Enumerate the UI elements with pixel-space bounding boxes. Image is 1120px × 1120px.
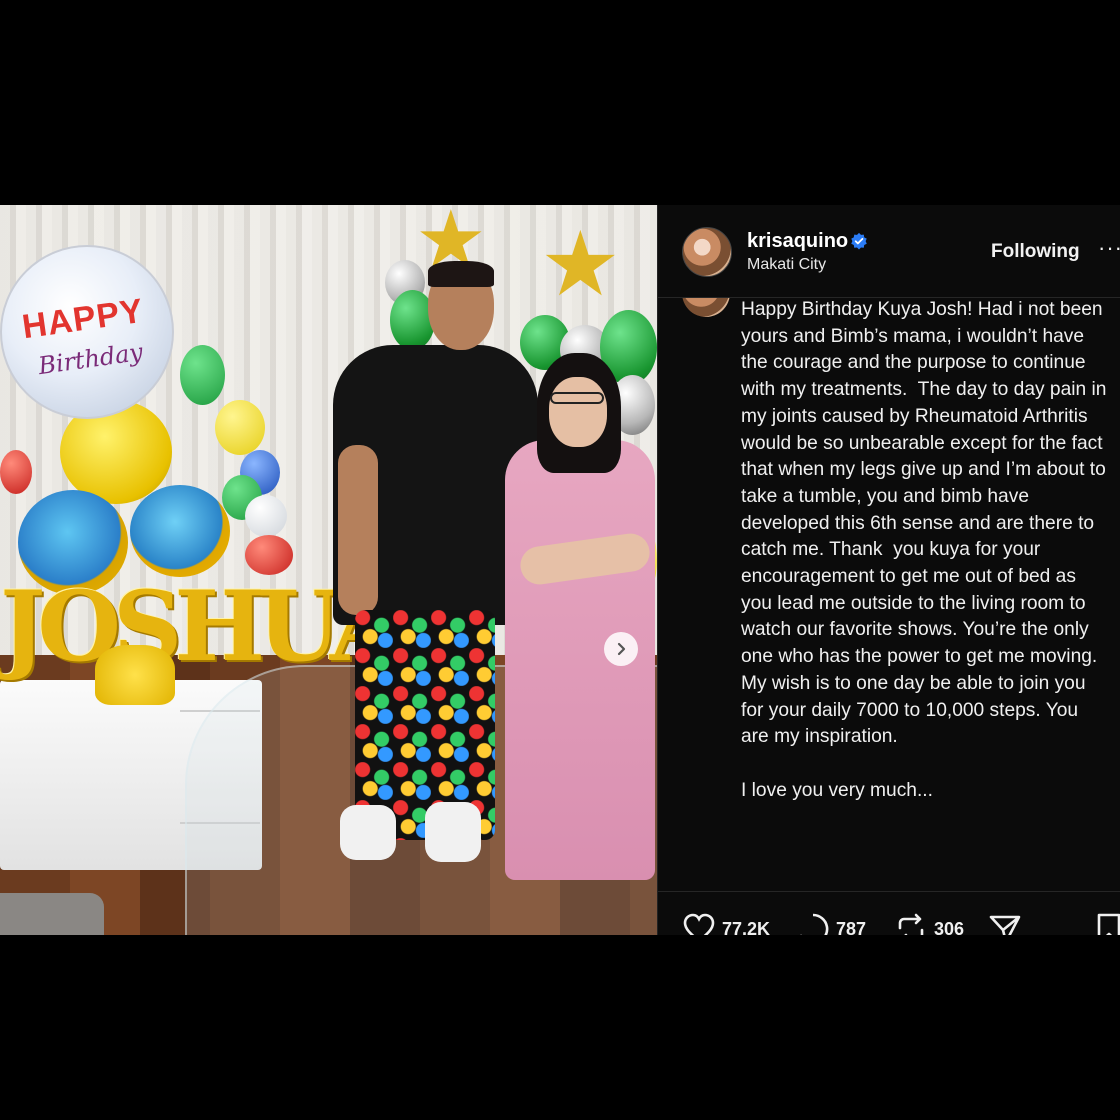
balloon [180,345,225,405]
share-button[interactable] [988,912,1022,935]
comment-bubble-icon [800,913,829,935]
man-hair [428,261,494,287]
verified-badge-icon [851,232,867,250]
sesame-street-balloon [130,485,230,577]
action-bar: 77.2K 787 306 [658,891,1120,935]
comment-button[interactable]: 787 [796,912,866,935]
avatar[interactable] [682,227,732,277]
repost-icon [898,913,924,935]
gold-bow [95,645,175,705]
following-button[interactable]: Following [991,241,1080,263]
next-photo-button[interactable] [604,632,638,666]
save-button[interactable] [1092,912,1120,935]
post-viewer: ★ ★ HAPPY Birthday JOSHUA krisaquino Mak… [0,205,1120,935]
balloon [245,495,287,537]
couch [0,893,104,935]
gold-star-balloon: ★ [540,215,621,315]
glasses [550,392,604,404]
post-sidebar: krisaquino Makati City Following ··· Hap… [657,205,1120,935]
balloon [245,535,293,575]
post-header: krisaquino Makati City Following ··· [658,205,1120,298]
caption-avatar[interactable] [682,297,730,317]
repost-button[interactable]: 306 [894,912,964,935]
repost-count: 306 [934,918,965,936]
more-options-button[interactable]: ··· [1098,235,1120,261]
post-photo: ★ ★ HAPPY Birthday JOSHUA [0,205,657,935]
balloon [215,400,265,455]
sandal [340,805,396,860]
username[interactable]: krisaquino [747,230,848,253]
like-button[interactable]: 77.2K [682,912,770,935]
like-count: 77.2K [722,918,771,936]
bookmark-icon [1097,913,1120,935]
send-icon [989,915,1021,935]
man-arm [338,445,378,615]
heart-icon [683,913,715,935]
sandal [425,802,481,862]
woman-face [549,377,607,447]
comment-count: 787 [836,918,867,936]
chevron-right-icon [617,642,626,656]
balloon [0,450,32,494]
post-caption: Happy Birthday Kuya Josh! Had i not been… [741,299,1107,801]
location-link[interactable]: Makati City [747,256,826,274]
